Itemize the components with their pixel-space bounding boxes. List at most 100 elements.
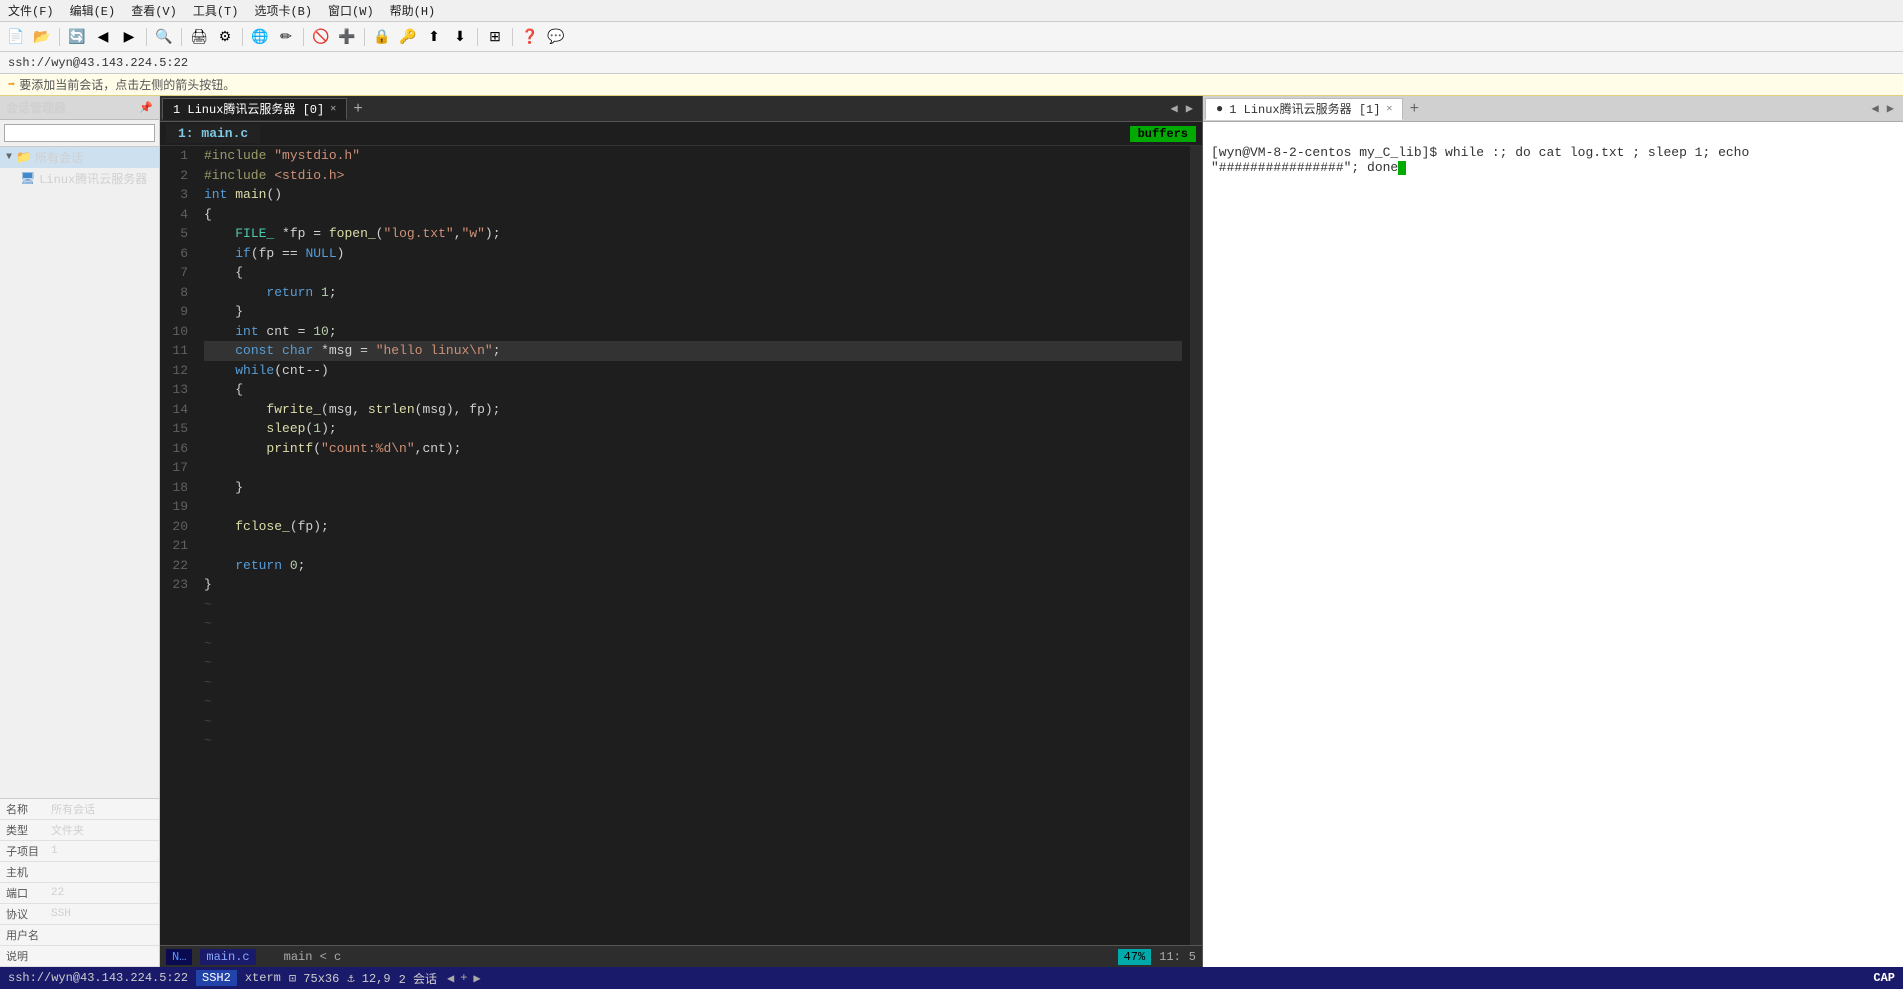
- editor-status-n: N…: [166, 949, 192, 965]
- toolbar-new-btn[interactable]: 📄: [4, 26, 28, 48]
- sidebar-item-linux-server[interactable]: 🖥 Linux腾讯云服务器: [0, 168, 159, 189]
- toolbar-upload-btn[interactable]: ⬆: [422, 26, 446, 48]
- hint-icon: ➡: [8, 77, 15, 92]
- prop-value: 所有会话: [45, 799, 159, 820]
- prop-value: 文件夹: [45, 820, 159, 841]
- code-line-tilde: ~: [204, 614, 1182, 634]
- menu-edit[interactable]: 编辑(E): [66, 0, 120, 21]
- status-nav-plus[interactable]: +: [458, 971, 469, 986]
- sidebar-header: 会话管理器 📌: [0, 96, 159, 120]
- sidebar-search-input[interactable]: [4, 124, 155, 142]
- prop-row: 说明: [0, 946, 159, 967]
- status-size: ⊡ 75x36: [289, 971, 339, 986]
- left-tab-nav-right[interactable]: ▶: [1183, 101, 1196, 116]
- status-nav-left[interactable]: ◀: [445, 971, 456, 986]
- toolbar-settings-btn[interactable]: ⚙: [213, 26, 237, 48]
- right-tab-nav-left[interactable]: ◀: [1869, 101, 1882, 116]
- right-tab-0[interactable]: ● 1 Linux腾讯云服务器 [1] ✕: [1205, 98, 1403, 120]
- code-line-tilde: ~: [204, 595, 1182, 615]
- prop-value: [45, 862, 159, 883]
- toolbar-download-btn[interactable]: ⬇: [448, 26, 472, 48]
- main-container: 会话管理器 📌 ▼ 📁 所有会话 🖥 Linux腾讯云服务器 名称所有会话类型文…: [0, 96, 1903, 967]
- status-sessions-count: 2 会话: [399, 970, 437, 987]
- server-icon: 🖥: [20, 171, 35, 186]
- code-line: }: [204, 478, 1182, 498]
- left-tab-nav-left[interactable]: ◀: [1168, 101, 1181, 116]
- toolbar-open-btn[interactable]: 📂: [30, 26, 54, 48]
- line-number: 7: [164, 263, 188, 283]
- hint-text: 要添加当前会话，点击左侧的箭头按钮。: [19, 76, 235, 93]
- toolbar-help-btn[interactable]: ❓: [518, 26, 542, 48]
- toolbar-zoom-btn[interactable]: 🔍: [152, 26, 176, 48]
- toolbar-forward-btn[interactable]: ▶: [117, 26, 141, 48]
- status-nav-right[interactable]: ▶: [471, 971, 482, 986]
- code-line: const char *msg = "hello linux\n";: [204, 341, 1182, 361]
- code-line: [204, 458, 1182, 478]
- status-cap: CAP: [1873, 971, 1895, 985]
- line-number: 21: [164, 536, 188, 556]
- left-tab-0-close[interactable]: ✕: [330, 103, 336, 115]
- left-tab-0[interactable]: 1 Linux腾讯云服务器 [0] ✕: [162, 98, 347, 120]
- right-tab-add[interactable]: +: [1403, 100, 1425, 118]
- file-header-bar: 1: main.c buffers: [160, 122, 1202, 146]
- prop-row: 名称所有会话: [0, 799, 159, 820]
- sidebar-pin-icon[interactable]: 📌: [139, 101, 153, 115]
- line-number: 11: [164, 341, 188, 361]
- toolbar-plus-btn[interactable]: ➕: [335, 26, 359, 48]
- hint-bar: ➡ 要添加当前会话，点击左侧的箭头按钮。: [0, 74, 1903, 96]
- toolbar-lock-btn[interactable]: 🔒: [370, 26, 394, 48]
- prop-key: 类型: [0, 820, 45, 841]
- menu-tabs[interactable]: 选项卡(B): [250, 0, 316, 21]
- line-number: 10: [164, 322, 188, 342]
- editor-scrollbar[interactable]: [1190, 146, 1202, 945]
- toolbar-sep-3: [181, 28, 182, 46]
- buffers-badge[interactable]: buffers: [1130, 126, 1196, 142]
- prop-value: SSH: [45, 904, 159, 925]
- left-tab-bar: 1 Linux腾讯云服务器 [0] ✕ + ◀ ▶: [160, 96, 1202, 122]
- code-content[interactable]: #include "mystdio.h"#include <stdio.h>in…: [196, 146, 1190, 945]
- right-tab-0-label: ●: [1216, 102, 1223, 116]
- editor-status-line: 11:: [1159, 950, 1181, 964]
- right-tab-bar: ● 1 Linux腾讯云服务器 [1] ✕ + ◀ ▶: [1203, 96, 1903, 122]
- line-number: 16: [164, 439, 188, 459]
- toolbar-back-btn[interactable]: ◀: [91, 26, 115, 48]
- prop-key: 用户名: [0, 925, 45, 946]
- code-line: printf("count:%d\n",cnt);: [204, 439, 1182, 459]
- code-line-tilde: ~: [204, 712, 1182, 732]
- sidebar-item-all-sessions[interactable]: ▼ 📁 所有会话: [0, 147, 159, 168]
- editor-status-filename: main.c: [200, 949, 255, 965]
- toolbar-chat-btn[interactable]: 💬: [544, 26, 568, 48]
- toolbar-stop-btn[interactable]: 🚫: [309, 26, 333, 48]
- menu-help[interactable]: 帮助(H): [386, 0, 440, 21]
- right-pane: ● 1 Linux腾讯云服务器 [1] ✕ + ◀ ▶ [wyn@VM-8-2-…: [1203, 96, 1903, 967]
- right-tab-0-close[interactable]: ✕: [1386, 103, 1392, 115]
- menu-tools[interactable]: 工具(T): [189, 0, 243, 21]
- menu-window[interactable]: 窗口(W): [324, 0, 378, 21]
- toolbar-sep-2: [146, 28, 147, 46]
- status-connection: ssh://wyn@43.143.224.5:22: [8, 971, 188, 985]
- toolbar-pen-btn[interactable]: ✏: [274, 26, 298, 48]
- toolbar-refresh-btn[interactable]: 🔄: [65, 26, 89, 48]
- prop-value: [45, 925, 159, 946]
- prop-row: 主机: [0, 862, 159, 883]
- code-line-tilde: ~: [204, 731, 1182, 751]
- left-tab-add[interactable]: +: [347, 100, 369, 118]
- toolbar-sep-7: [477, 28, 478, 46]
- code-line: [204, 536, 1182, 556]
- arrow-icon: ▼: [6, 152, 12, 163]
- prop-row: 端口22: [0, 883, 159, 904]
- toolbar-globe-btn[interactable]: 🌐: [248, 26, 272, 48]
- line-number: 17: [164, 458, 188, 478]
- sidebar-tree: ▼ 📁 所有会话 🖥 Linux腾讯云服务器: [0, 147, 159, 798]
- toolbar-key-btn[interactable]: 🔑: [396, 26, 420, 48]
- menu-view[interactable]: 查看(V): [127, 0, 181, 21]
- terminal-area[interactable]: [wyn@VM-8-2-centos my_C_lib]$ while :; d…: [1203, 122, 1903, 967]
- toolbar-print-btn[interactable]: 🖨: [187, 26, 211, 48]
- right-tab-nav-right[interactable]: ▶: [1884, 101, 1897, 116]
- editor-area: 1234567891011121314151617181920212223 #i…: [160, 146, 1202, 945]
- code-line: }: [204, 302, 1182, 322]
- status-term: xterm: [245, 971, 281, 985]
- sidebar-title: 会话管理器: [6, 99, 66, 116]
- toolbar-grid-btn[interactable]: ⊞: [483, 26, 507, 48]
- menu-file[interactable]: 文件(F): [4, 0, 58, 21]
